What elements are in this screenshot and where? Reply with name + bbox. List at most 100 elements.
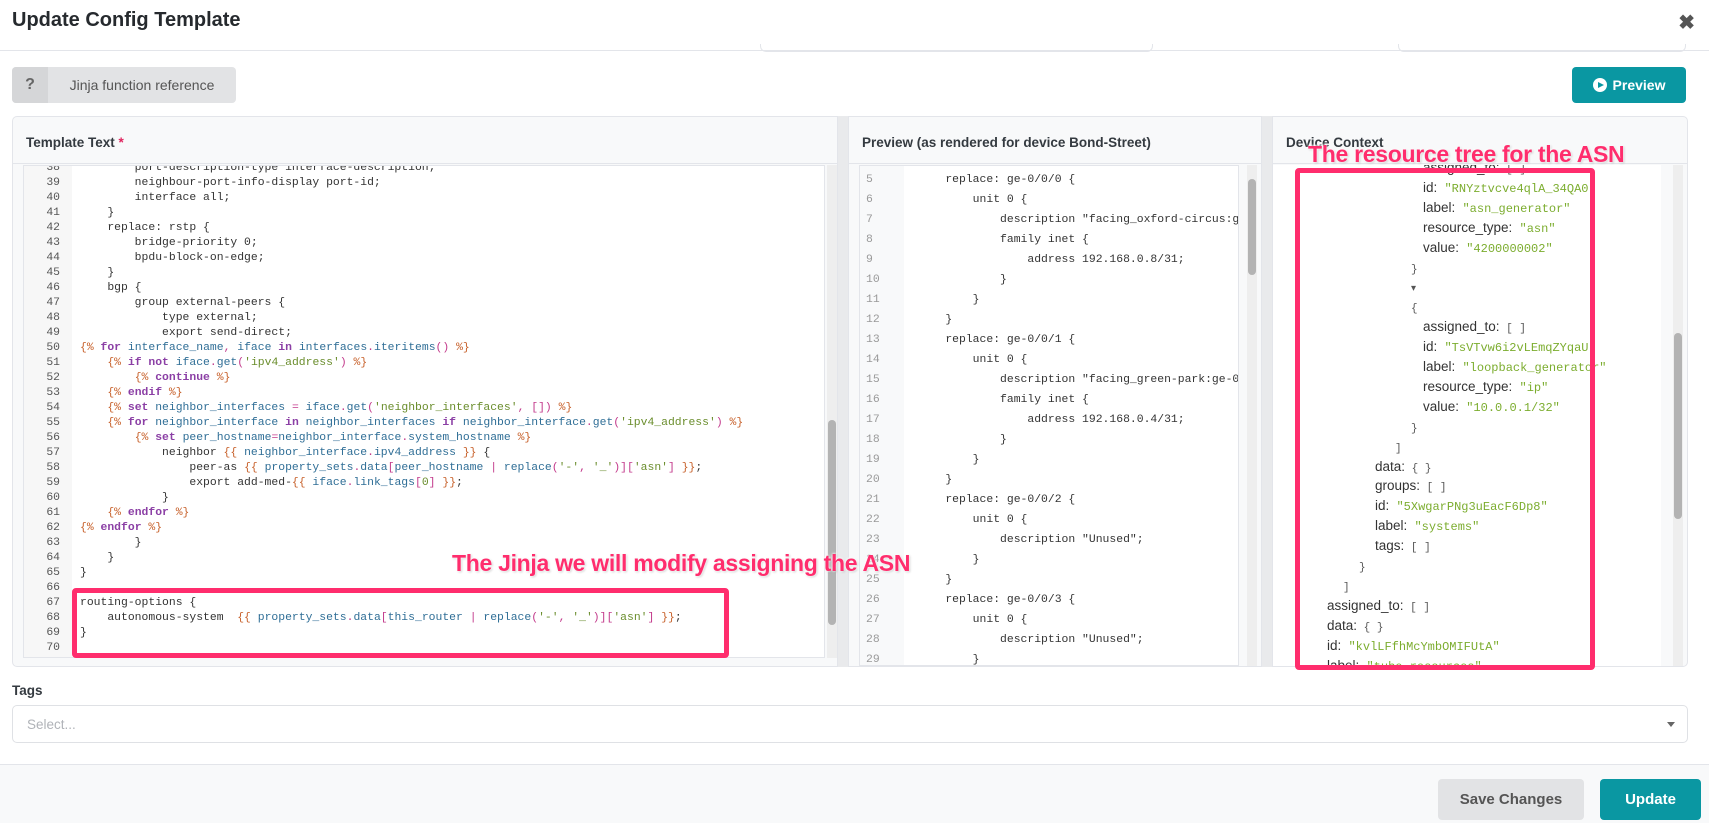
tree-key: data: — [1327, 617, 1358, 633]
preview-scrollbar-thumb[interactable] — [1248, 179, 1256, 275]
preview-text: description "facing_green-park:ge-0/0/1"… — [1000, 374, 1239, 386]
template-code-editor[interactable]: 38 port-description-type interface-descr… — [23, 165, 825, 658]
tree-row: } — [1411, 258, 1418, 278]
preview-button[interactable]: Preview — [1572, 67, 1686, 103]
preview-line: 29 } — [860, 653, 1238, 666]
line-number: 9 — [866, 254, 873, 266]
tags-select[interactable]: Select... — [12, 705, 1688, 743]
close-icon[interactable]: ✖ — [1678, 10, 1695, 35]
line-number: 57 — [46, 447, 60, 459]
background-field-edge — [760, 44, 1153, 52]
code-text: {% endif %} — [107, 387, 183, 399]
code-text: export send-direct; — [80, 327, 292, 339]
code-line: 51 {% if not iface.get('ipv4_address') %… — [24, 356, 824, 371]
jinja-reference-button[interactable]: ? Jinja function reference — [12, 67, 236, 103]
tree-row: data: { } — [1327, 616, 1383, 636]
preview-line: 17 address 192.168.0.4/31; — [860, 413, 1238, 433]
tree-key: data: — [1375, 458, 1406, 474]
tree-row: assigned_to: [ ] — [1423, 317, 1526, 337]
code-text: peer-as {{ property_sets.data[peer_hostn… — [80, 462, 703, 474]
line-number: 47 — [46, 297, 60, 309]
device-scrollbar[interactable] — [1673, 165, 1683, 666]
tree-key: { — [1411, 303, 1418, 316]
code-text: bridge-priority 0; — [80, 237, 258, 249]
preview-line: 12 } — [860, 313, 1238, 333]
preview-text: } — [918, 314, 953, 326]
tree-value: "asn" — [1512, 221, 1556, 236]
device-scrollbar-thumb[interactable] — [1674, 333, 1682, 519]
code-line: 59 export add-med-{{ iface.link_tags[0] … — [24, 476, 824, 491]
code-line: 49 export send-direct; — [24, 326, 824, 341]
line-number: 48 — [46, 312, 60, 324]
code-line: 62 {% endfor %} — [24, 521, 824, 536]
line-number: 45 — [46, 267, 60, 279]
line-number: 41 — [46, 207, 60, 219]
panel-splitter[interactable] — [838, 116, 848, 667]
preview-text: unit 0 { — [918, 514, 1028, 526]
line-number: 22 — [866, 514, 880, 526]
tree-key: ] — [1343, 581, 1350, 594]
code-text: type external; — [80, 312, 258, 324]
code-line: 54 {% set neighbor_interfaces = iface.ge… — [24, 401, 824, 416]
preview-scrollbar[interactable] — [1247, 165, 1257, 666]
preview-line: 4 interfaces { — [860, 166, 1238, 173]
preview-line: 10 } — [860, 273, 1238, 293]
tree-key: assigned_to: — [1423, 319, 1500, 335]
line-number: 29 — [866, 654, 880, 666]
line-number: 65 — [46, 567, 60, 579]
preview-code-viewer[interactable]: 4 interfaces {5 replace: ge-0/0/0 {6 uni… — [859, 165, 1239, 666]
update-button[interactable]: Update — [1600, 779, 1701, 820]
code-text: routing-options { — [80, 597, 197, 609]
code-text: {% endfor %} — [80, 522, 163, 534]
tree-key: ] — [1395, 442, 1402, 455]
template-scrollbar[interactable] — [827, 165, 837, 658]
code-line: 58 peer-as {{ property_sets.data[peer_ho… — [24, 461, 824, 476]
code-text: {% set neighbor_interfaces = iface.get('… — [107, 402, 573, 414]
tree-row: id: "5XwgarPNg3uEacF6Dp8" — [1375, 496, 1548, 516]
preview-line: 24 } — [860, 553, 1238, 573]
panel-splitter[interactable] — [1262, 116, 1272, 667]
preview-line: 6 unit 0 { — [860, 193, 1238, 213]
code-line: 55 {% for neighbor_interface in neighbor… — [24, 416, 824, 431]
line-number: 11 — [866, 294, 880, 306]
template-scrollbar-thumb[interactable] — [828, 420, 836, 625]
jinja-annotation-text: The Jinja we will modify assigning the A… — [452, 550, 911, 576]
code-line: 38 port-description-type interface-descr… — [24, 165, 824, 176]
tree-key: } — [1359, 562, 1366, 574]
tree-key: groups: — [1375, 478, 1421, 494]
preview-text: } — [918, 654, 980, 666]
tree-key: } — [1411, 263, 1418, 276]
preview-line: 11 } — [860, 293, 1238, 313]
preview-line: 14 unit 0 { — [860, 353, 1238, 373]
code-text: port-description-type interface-descript… — [80, 165, 436, 174]
device-context-tree[interactable]: assigned_to: [ ] id: "RNYztvcve4qlA_34QA0… — [1273, 165, 1661, 666]
play-circle-icon — [1592, 78, 1607, 92]
code-line: 70 — [24, 641, 824, 656]
preview-text: address 192.168.0.8/31; — [918, 254, 1185, 266]
expand-toggle-icon[interactable]: ▾ — [1411, 283, 1416, 294]
modal-title: Update Config Template — [12, 9, 241, 31]
tree-key: label: — [1423, 199, 1456, 215]
preview-text: } — [918, 474, 953, 486]
tree-row: data: { } — [1375, 457, 1431, 477]
line-number: 51 — [46, 357, 60, 369]
tree-value: [ ] — [1420, 482, 1447, 495]
save-changes-button[interactable]: Save Changes — [1438, 779, 1584, 820]
code-line: 56 {% set peer_hostname=neighbor_interfa… — [24, 431, 824, 446]
line-number: 55 — [46, 417, 60, 429]
preview-text: } — [918, 434, 1007, 446]
line-number: 26 — [866, 594, 880, 606]
code-text: replace: rstp { — [80, 222, 210, 234]
preview-line: 23 description "Unused"; — [860, 533, 1238, 553]
code-line: 45 } — [24, 266, 824, 281]
tree-value: "RNYztvcve4qlA_34QA0" — [1437, 181, 1596, 196]
code-text: {% set peer_hostname=neighbor_interface.… — [134, 432, 532, 444]
line-number: 17 — [866, 414, 880, 426]
tree-row: } — [1411, 417, 1418, 437]
preview-line: 21 replace: ge-0/0/2 { — [860, 493, 1238, 513]
template-text-heading: Template Text * — [13, 117, 837, 164]
preview-label: Preview — [1612, 77, 1666, 93]
code-text: } — [80, 567, 87, 579]
tree-value: { } — [1405, 462, 1432, 475]
required-mark: * — [118, 135, 124, 150]
